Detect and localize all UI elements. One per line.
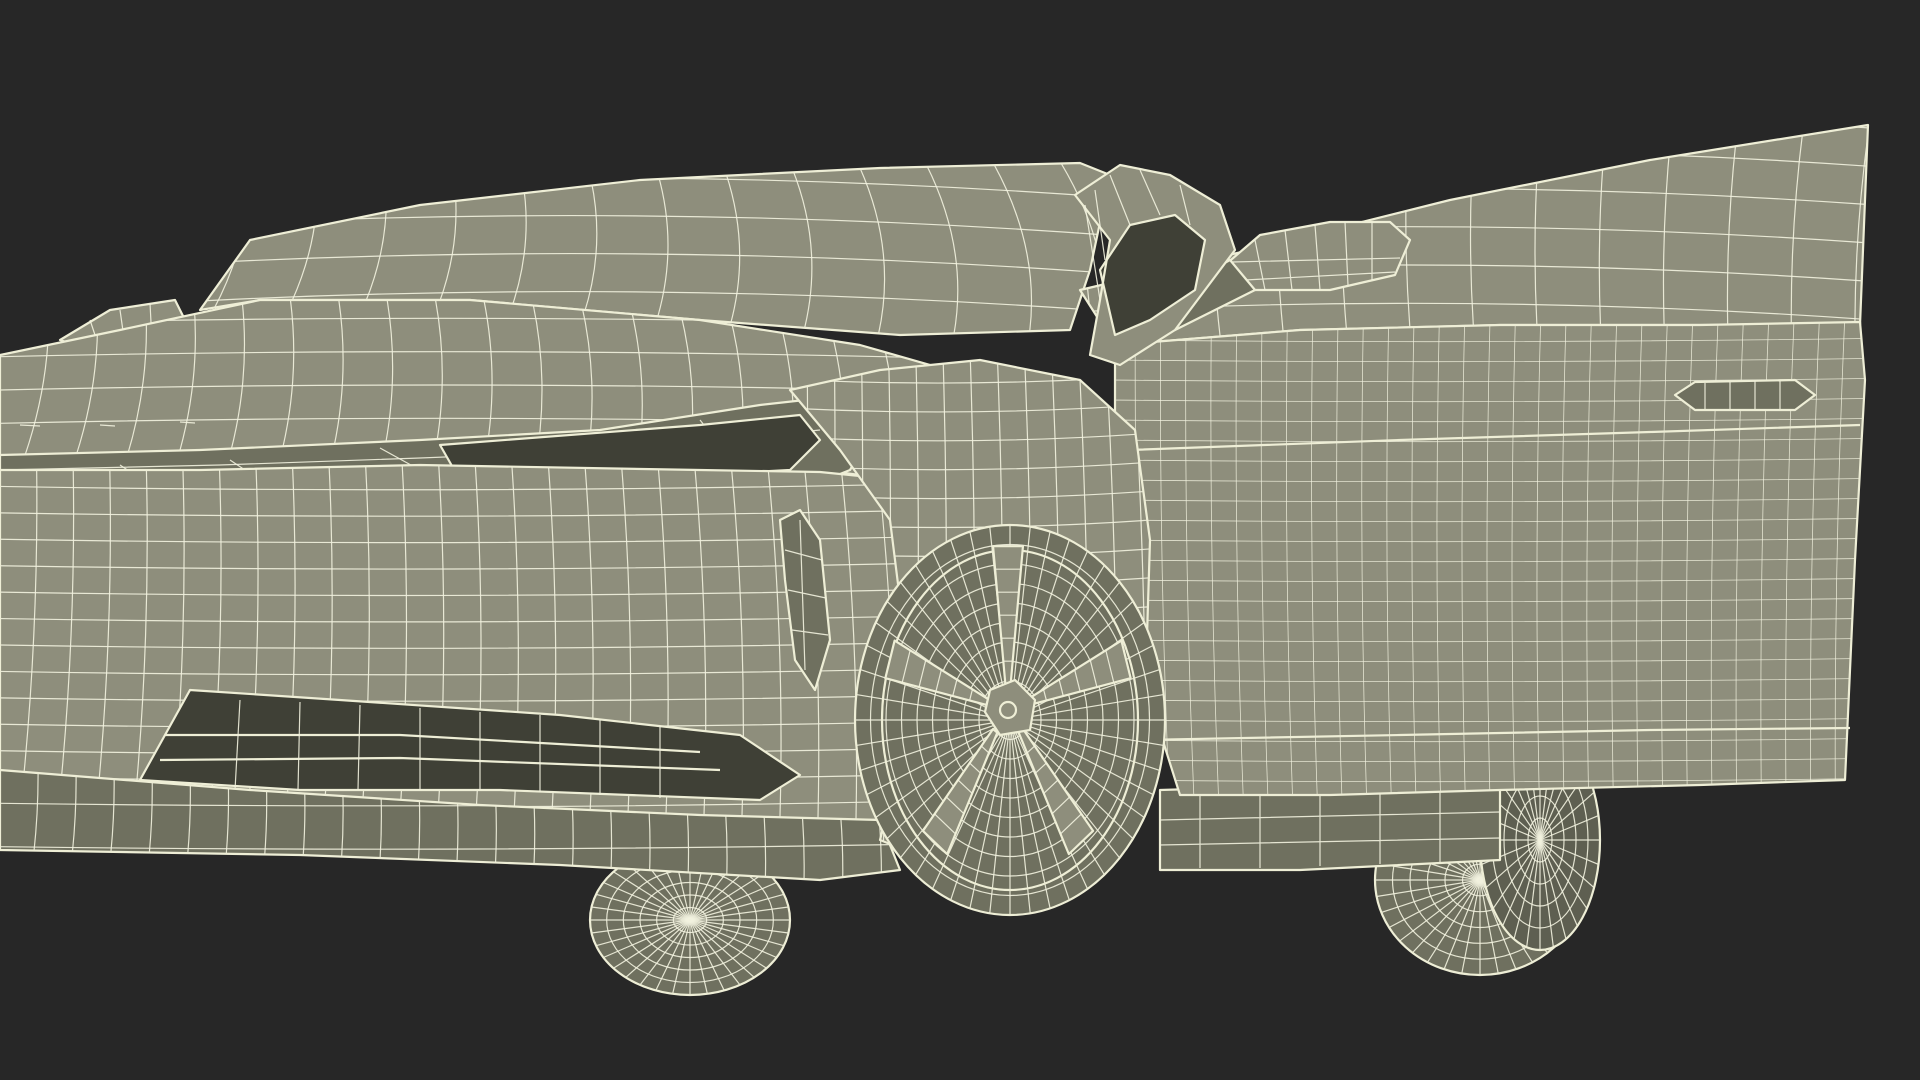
car-wireframe-render — [0, 123, 1870, 997]
door-handle — [1673, 378, 1817, 412]
render-viewport — [0, 0, 1920, 1080]
front-left-wheel — [853, 523, 1167, 917]
